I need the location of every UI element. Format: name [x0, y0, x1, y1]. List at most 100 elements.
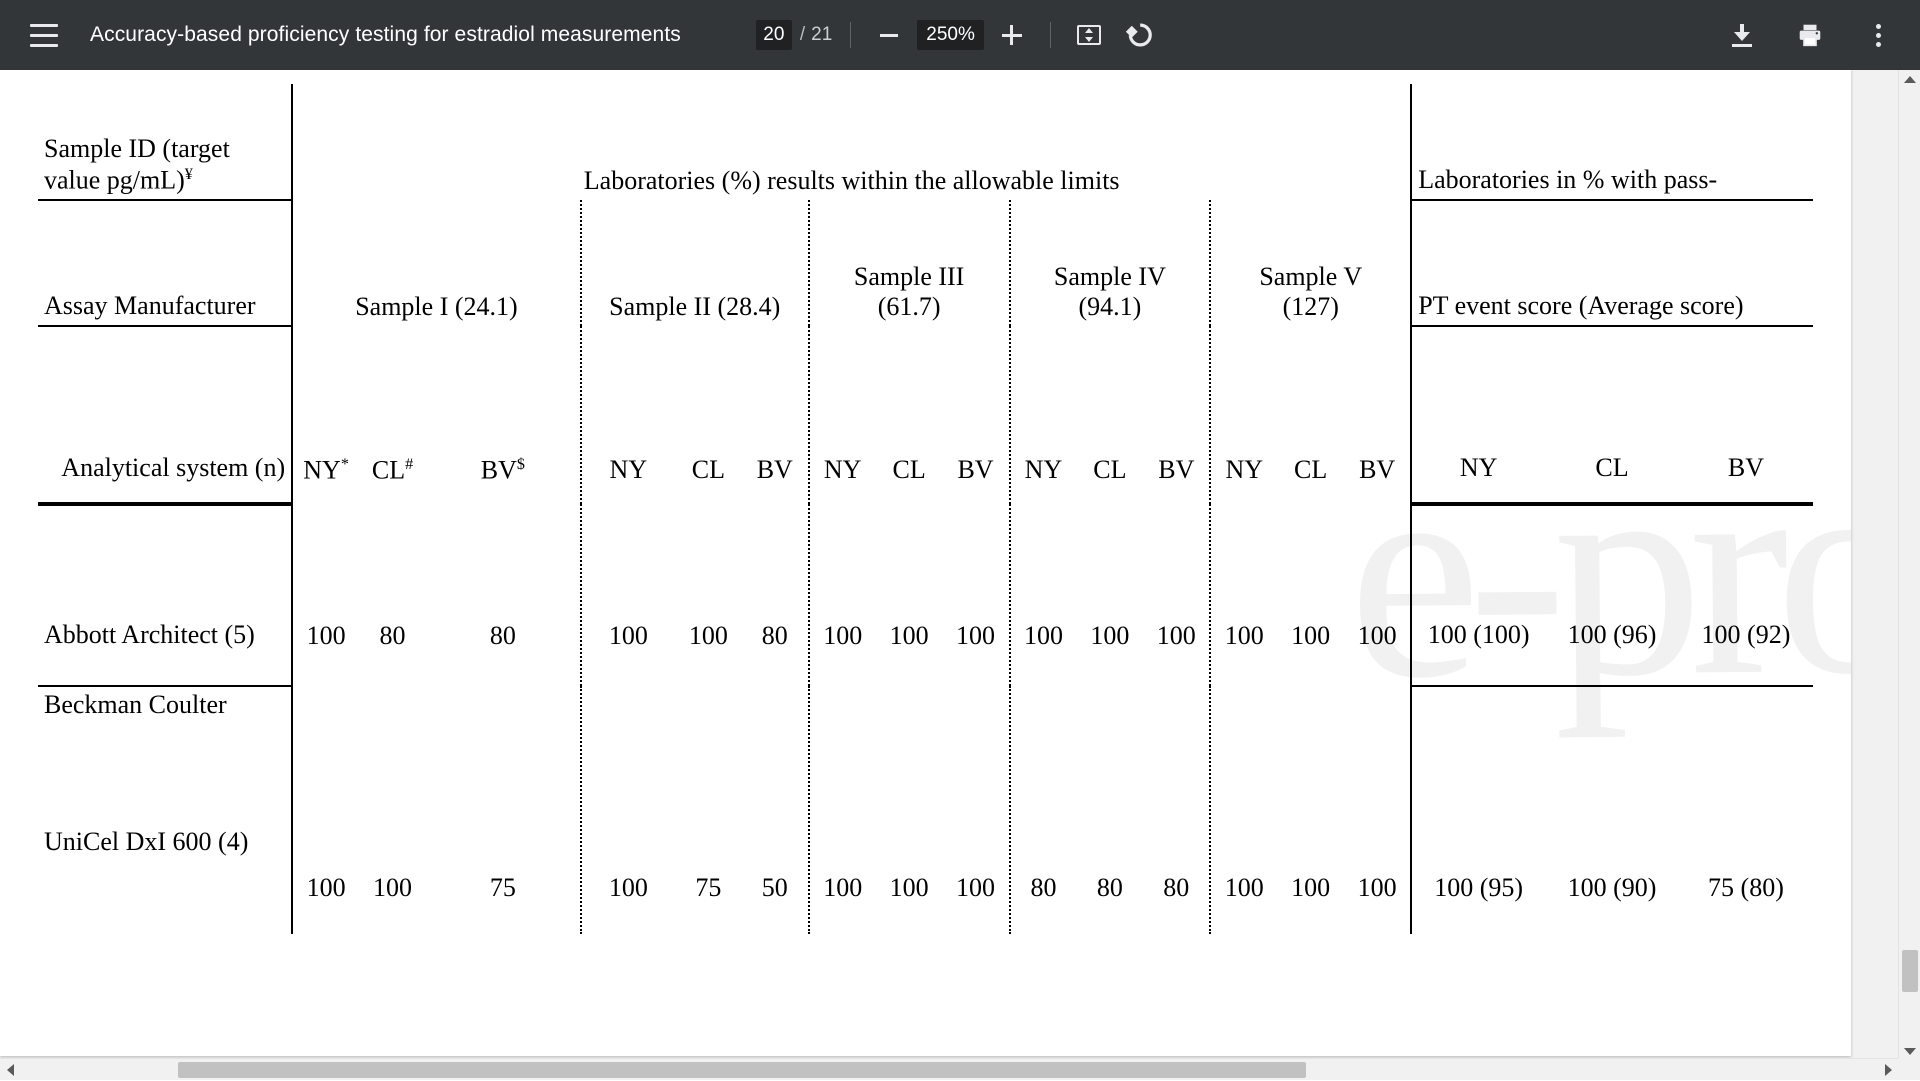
print-icon [1797, 22, 1823, 48]
fit-to-page-button[interactable] [1069, 15, 1109, 55]
cell-s2-bv: 50 [742, 686, 809, 934]
cell-s5-cl: 100 [1277, 504, 1344, 686]
toolbar-right-group [1722, 15, 1920, 55]
metric-pt-ny: NY [1411, 326, 1545, 504]
metric-s5-cl: CL [1277, 326, 1344, 504]
metric-s4-cl: CL [1076, 326, 1143, 504]
horizontal-scrollbar-thumb[interactable] [178, 1062, 1306, 1078]
cell-s4-bv: 100 [1143, 504, 1210, 686]
page-number-input[interactable] [756, 20, 792, 50]
chevron-right-icon [1885, 1064, 1892, 1076]
menu-bar-3 [30, 44, 58, 47]
metric-s2-bv: BV [742, 326, 809, 504]
sample-4-target: (94.1) [1078, 292, 1141, 321]
cell-s2-cl: 75 [675, 686, 742, 934]
analytical-system-header: Analytical system (n) [38, 326, 292, 504]
scroll-up-button[interactable] [1899, 70, 1920, 88]
metric-s3-ny: NY [809, 326, 876, 504]
pdf-viewer-toolbar: Accuracy-based proficiency testing for e… [0, 0, 1920, 70]
metric-pt-cl: CL [1545, 326, 1679, 504]
metric-s1-ny: NY* [292, 326, 359, 504]
table-row: Abbott Architect (5) 100 80 80 100 100 8… [38, 504, 1813, 686]
metric-s1-cl-label: CL [372, 455, 405, 484]
scroll-left-button[interactable] [0, 1059, 20, 1081]
download-button[interactable] [1722, 15, 1762, 55]
vertical-scrollbar-thumb[interactable] [1902, 950, 1918, 992]
metric-s3-cl: CL [876, 326, 943, 504]
metric-s5-bv: BV [1344, 326, 1411, 504]
more-vertical-icon [1876, 24, 1881, 47]
zoom-level-value[interactable]: 250% [917, 20, 984, 50]
sample-3-target: (61.7) [878, 292, 941, 321]
group-header-center: Laboratories (%) results within the allo… [292, 84, 1411, 200]
hamburger-menu-icon[interactable] [18, 9, 70, 61]
sample-4-name: Sample IV [1054, 262, 1166, 291]
metric-s2-cl: CL [675, 326, 742, 504]
cell-s1-bv: 75 [426, 686, 581, 934]
zoom-in-button[interactable] [992, 15, 1032, 55]
cell-s2-ny: 100 [581, 686, 675, 934]
pdf-page-viewport[interactable]: e-pro Sample ID (target value pg/mL)¥ La… [0, 70, 1920, 1080]
sample-1-name: Sample I [355, 292, 448, 321]
sample-2-name: Sample II [609, 292, 711, 321]
metric-s1-bv: BV$ [426, 326, 581, 504]
sample-2-target: (28.4) [717, 292, 780, 321]
table-header-row-samples: Assay Manufacturer Sample I (24.1) Sampl… [38, 200, 1813, 326]
horizontal-scrollbar[interactable] [0, 1058, 1920, 1080]
metric-s1-bv-superscript: $ [517, 456, 525, 473]
page-navigation: / 21 [756, 20, 832, 50]
sample-3-name: Sample III [854, 262, 964, 291]
cell-s4-ny: 100 [1010, 504, 1077, 686]
corner-header-label: Sample ID (target value pg/mL) [44, 134, 230, 194]
chevron-down-icon [1904, 1048, 1916, 1055]
sample-5-target: (127) [1283, 292, 1339, 321]
scrollbar-corner [1898, 1058, 1920, 1080]
metric-s1-ny-label: NY [303, 455, 341, 484]
scroll-right-button[interactable] [1878, 1059, 1898, 1081]
vertical-scrollbar[interactable] [1898, 70, 1920, 1080]
chevron-left-icon [7, 1064, 14, 1076]
cell-s4-ny: 80 [1010, 686, 1077, 934]
cell-s3-ny: 100 [809, 686, 876, 934]
metric-s3-bv: BV [943, 326, 1010, 504]
cell-s3-cl: 100 [876, 686, 943, 934]
zoom-out-button[interactable] [869, 15, 909, 55]
cell-s3-ny: 100 [809, 504, 876, 686]
menu-bar-1 [30, 24, 58, 27]
table-header-row-metrics: Analytical system (n) NY* CL# BV$ NY CL … [38, 326, 1813, 504]
cell-s5-cl: 100 [1277, 686, 1344, 934]
rotate-button[interactable] [1119, 15, 1159, 55]
corner-header-cell: Sample ID (target value pg/mL)¥ [38, 84, 292, 200]
toolbar-divider-1 [850, 22, 851, 48]
row-manufacturer-cell: Beckman Coulter UniCel DxI 600 (4) [38, 686, 292, 934]
cell-s1-cl: 80 [359, 504, 426, 686]
minus-icon [880, 34, 898, 37]
cell-s1-cl: 100 [359, 686, 426, 934]
table-row: Beckman Coulter UniCel DxI 600 (4) 100 1… [38, 686, 1813, 934]
cell-s5-ny: 100 [1210, 504, 1277, 686]
table-header-row-groups: Sample ID (target value pg/mL)¥ Laborato… [38, 84, 1813, 200]
metric-s4-bv: BV [1143, 326, 1210, 504]
cell-s3-bv: 100 [943, 686, 1010, 934]
more-options-button[interactable] [1858, 15, 1898, 55]
cell-pt-bv: 100 (92) [1679, 504, 1813, 686]
metric-s5-ny: NY [1210, 326, 1277, 504]
plus-icon [1002, 25, 1022, 45]
cell-s2-ny: 100 [581, 504, 675, 686]
print-button[interactable] [1790, 15, 1830, 55]
toolbar-left-group: Accuracy-based proficiency testing for e… [0, 9, 681, 61]
cell-s1-ny: 100 [292, 686, 359, 934]
menu-bar-2 [30, 34, 58, 37]
cell-s4-cl: 80 [1076, 686, 1143, 934]
sample-header-4: Sample IV (94.1) [1010, 200, 1211, 326]
cell-s3-cl: 100 [876, 504, 943, 686]
cell-pt-bv: 75 (80) [1679, 686, 1813, 934]
pdf-page: e-pro Sample ID (target value pg/mL)¥ La… [0, 70, 1851, 1056]
sample-header-2: Sample II (28.4) [581, 200, 809, 326]
metric-s1-bv-label: BV [481, 455, 517, 484]
cell-pt-ny: 100 (95) [1411, 686, 1545, 934]
document-title: Accuracy-based proficiency testing for e… [90, 23, 681, 47]
sample-header-5: Sample V (127) [1210, 200, 1411, 326]
chevron-up-icon [1904, 76, 1916, 83]
cell-s3-bv: 100 [943, 504, 1010, 686]
